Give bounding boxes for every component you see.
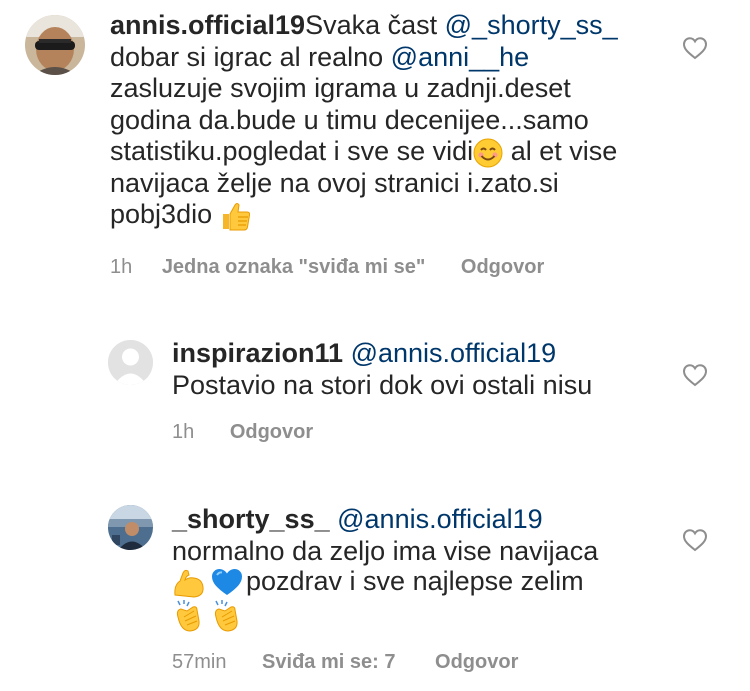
reply-text: inspirazion11 @annis.official19 Postavio …: [172, 338, 652, 401]
comment-body: dobar si igrac al realno: [110, 41, 391, 72]
reply-text: _shorty_ss_ @annis.official19 normalno da…: [172, 504, 652, 567]
flexed-biceps-emoji: [174, 569, 204, 598]
comment-body: normalno da zeljo ima vise navijaca: [172, 535, 599, 566]
thumbs-up-emoji: [222, 203, 250, 231]
comment-mention[interactable]: @annis.official19: [351, 338, 557, 368]
comment-meta: 1h Odgovor: [172, 421, 313, 444]
comment-meta: 57min Sviđa mi se: 7 Odgovor: [172, 651, 518, 674]
comment-username[interactable]: inspirazion11: [172, 338, 343, 368]
heart-outline-icon[interactable]: [682, 363, 708, 387]
reply-button[interactable]: Odgovor: [461, 256, 544, 278]
comment-text: annis.official19Svaka čast @_shorty_ss_ …: [110, 10, 640, 232]
likes-count-button[interactable]: Sviđa mi se: 7: [262, 651, 395, 673]
comment-username[interactable]: annis.official19: [110, 10, 305, 40]
comment-username[interactable]: _shorty_ss_: [172, 504, 330, 534]
smiling-face-emoji: [473, 138, 503, 168]
likes-count-button[interactable]: Jedna oznaka "sviđa mi se": [162, 256, 426, 278]
heart-outline-icon[interactable]: [682, 528, 708, 552]
comment-meta: 1h Jedna oznaka "sviđa mi se" Odgovor: [110, 256, 544, 279]
comment-time: 1h: [172, 421, 195, 443]
avatar[interactable]: [108, 505, 153, 550]
reply-button[interactable]: Odgovor: [435, 651, 518, 673]
avatar[interactable]: [25, 15, 85, 75]
clapping-hands-emoji: [214, 600, 238, 632]
clapping-hands-emoji: [176, 600, 200, 632]
reply-button[interactable]: Odgovor: [230, 421, 313, 443]
comment-body: Postavio na stori dok ovi ostali nisu: [172, 369, 593, 400]
heart-outline-icon[interactable]: [682, 36, 708, 60]
comment-time: 57min: [172, 651, 227, 673]
comment-mention[interactable]: @_shorty_ss_: [445, 10, 618, 40]
comment-body: Svaka čast: [305, 10, 445, 40]
comment-body: pozdrav i sve najlepse zelim: [246, 566, 584, 596]
comment-mention[interactable]: @anni__he: [391, 42, 530, 72]
comment-time: 1h: [110, 256, 133, 278]
comment-mention[interactable]: @annis.official19: [337, 504, 543, 534]
avatar[interactable]: [108, 340, 153, 385]
reply-emoji-line: pozdrav i sve najlepse zelim: [172, 565, 652, 635]
blue-heart-emoji: [212, 569, 242, 595]
